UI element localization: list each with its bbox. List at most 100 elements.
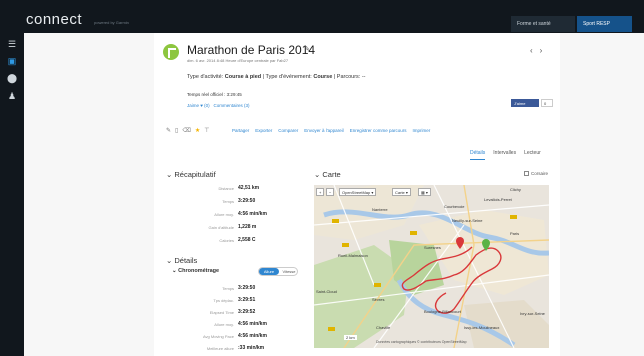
comments-link[interactable]: Commentaires (3) [213, 103, 249, 108]
detail-label: Allure moy. [214, 322, 234, 327]
chrono-heading-text: Chronométrage [178, 268, 220, 274]
map-place: Sèvres [372, 297, 385, 302]
activity-type-line: Type d'activité: Course à pied | Type d'… [187, 74, 366, 80]
map-type-select[interactable]: Carte ▾ [392, 188, 411, 196]
map-layers-select[interactable]: ▦ ▾ [418, 188, 431, 196]
course-label[interactable]: | Parcours: -- [332, 74, 366, 80]
recap-label: Distance [218, 186, 234, 191]
recap-heading-text: Récapitulatif [174, 170, 216, 179]
detail-value: :33 min/km [238, 345, 265, 351]
map-place: Rueil-Malmaison [338, 253, 368, 258]
social-links: Jaime ♥ (0) Commentaires (3) [187, 103, 249, 108]
corsaire-checkbox[interactable]: Corsaire [524, 171, 548, 176]
map-place: Saint-Cloud [316, 289, 337, 294]
map-canvas[interactable] [314, 185, 549, 348]
details-heading[interactable]: ⌄ Détails [166, 256, 197, 265]
detail-value: 4:56 min/km [238, 321, 267, 327]
detail-value: 4:56 min/km [238, 333, 267, 339]
pin-icon[interactable]: ⊤ [204, 128, 213, 134]
map-place: Neuilly-sur-Seine [452, 218, 483, 223]
route-map[interactable]: + − OpenStreetMap ▾ Carte ▾ ▦ ▾ Nanterre… [314, 185, 549, 348]
tag-icon[interactable]: ⌫ [182, 128, 194, 134]
tab-sport[interactable]: Sport RESP [577, 16, 632, 32]
type-value[interactable]: Course à pied [225, 74, 261, 80]
map-provider-select[interactable]: OpenStreetMap ▾ [339, 188, 377, 196]
prev-arrow-icon[interactable]: ‹ [530, 46, 540, 55]
top-bar: connect powered by Garmin Forme et santé… [0, 0, 644, 33]
edit-icon[interactable]: ✎ [166, 128, 175, 134]
event-value[interactable]: Course [313, 74, 332, 80]
like-link[interactable]: Jaime ♥ (0) [187, 103, 210, 108]
activity-type-icon [163, 44, 179, 60]
event-label: | Type d'événement: [261, 74, 314, 80]
action-save-course[interactable]: Enregistrer comme parcours [350, 128, 407, 133]
user-icon[interactable]: ♟ [7, 91, 17, 102]
activity-nav[interactable]: ‹› [530, 46, 549, 55]
detail-value: 3:29:51 [238, 297, 256, 303]
favorite-icon[interactable]: ✎ [304, 45, 310, 53]
map-place: Boulogne-Billancourt [424, 309, 461, 314]
map-place: Ivry-sur-Seine [520, 311, 545, 316]
toggle-speed[interactable]: Vitesse [280, 268, 298, 275]
recap-label: Allure moy. [214, 212, 234, 217]
map-attribution[interactable]: Données cartographiques © contributeurs … [376, 340, 467, 344]
detail-label: Avg Moving Pace [202, 334, 234, 339]
tab-health[interactable]: Forme et santé [511, 16, 575, 32]
page-title: Marathon de Paris 2014 [187, 43, 316, 57]
map-place: Clichy [510, 187, 521, 192]
recap-value: 1,228 m [238, 224, 257, 230]
action-send-device[interactable]: Envoyer à l'appareil [304, 128, 343, 133]
facebook-like-count: 0 [541, 99, 553, 107]
action-print[interactable]: Imprimer [412, 128, 430, 133]
detail-label: Elapsed Time [209, 310, 234, 315]
detail-label: Tps déplac. [213, 298, 234, 303]
tab-intervals[interactable]: Intervalles [493, 150, 516, 156]
zoom-out-button[interactable]: − [326, 188, 335, 196]
map-heading[interactable]: ⌄ Carte [314, 170, 341, 179]
detail-value: 3:29:50 [238, 285, 256, 291]
facebook-like-button[interactable]: J'aime [511, 99, 539, 107]
tab-player[interactable]: Lecteur [524, 150, 541, 156]
recap-label: Gain d'altitude [208, 225, 234, 230]
details-heading-text: Détails [174, 256, 198, 265]
recap-value: 4:56 min/km [238, 211, 267, 217]
star-icon[interactable]: ★ [195, 128, 204, 134]
connect-logo[interactable]: connect [26, 11, 82, 28]
map-place: Courbevoie [444, 204, 465, 209]
recap-value: 2,558 C [238, 237, 256, 243]
view-tabs: Détails Intervalles Lecteur [462, 150, 541, 160]
map-place: Suresnes [424, 245, 441, 250]
action-links: Partager Exporter Comparer Envoyer à l'appa… [232, 128, 436, 133]
action-share[interactable]: Partager [232, 128, 249, 133]
tab-details[interactable]: Détails [470, 150, 486, 160]
chrono-heading[interactable]: ⌄ Chronométrage [172, 268, 219, 274]
activity-meta: dim. 6 avr. 2014 8:48 Heure d'Europe cen… [187, 58, 289, 63]
map-place: Paris [510, 231, 520, 236]
device-icon[interactable]: ▣ [7, 56, 17, 67]
map-place: Levallois-Perret [484, 197, 512, 202]
tool-icons: ✎▯⌫★⊤ [166, 127, 213, 134]
detail-label: Meilleure allure [206, 346, 234, 351]
recap-heading[interactable]: ⌄ Récapitulatif [166, 170, 216, 179]
detail-label: Temps [222, 286, 234, 291]
menu-icon[interactable]: ☰ [7, 39, 17, 50]
action-export[interactable]: Exporter [255, 128, 272, 133]
recap-value: 3:29:50 [238, 198, 256, 204]
detail-value: 3:29:52 [238, 309, 256, 315]
action-compare[interactable]: Comparer [278, 128, 298, 133]
map-place: Nanterre [372, 207, 388, 212]
recap-value: 42,51 km [238, 185, 260, 191]
next-arrow-icon[interactable]: › [540, 46, 550, 55]
marker-icon[interactable]: ⬤ [7, 73, 17, 84]
checkbox-icon[interactable] [524, 171, 529, 176]
official-time: Temps réel officiel : 3:29:45 [187, 92, 242, 97]
map-place: Chaville [376, 325, 391, 330]
recap-label: Calories [219, 238, 234, 243]
toggle-pace[interactable]: Allure [259, 268, 279, 275]
pace-speed-toggle[interactable]: Allure Vitesse [258, 267, 298, 276]
sidebar: ☰ ▣ ⬤ ♟ [0, 33, 24, 356]
zoom-in-button[interactable]: + [316, 188, 325, 196]
recap-label: Temps [222, 199, 234, 204]
map-heading-text: Carte [322, 170, 341, 179]
checkbox-label: Corsaire [531, 171, 549, 176]
